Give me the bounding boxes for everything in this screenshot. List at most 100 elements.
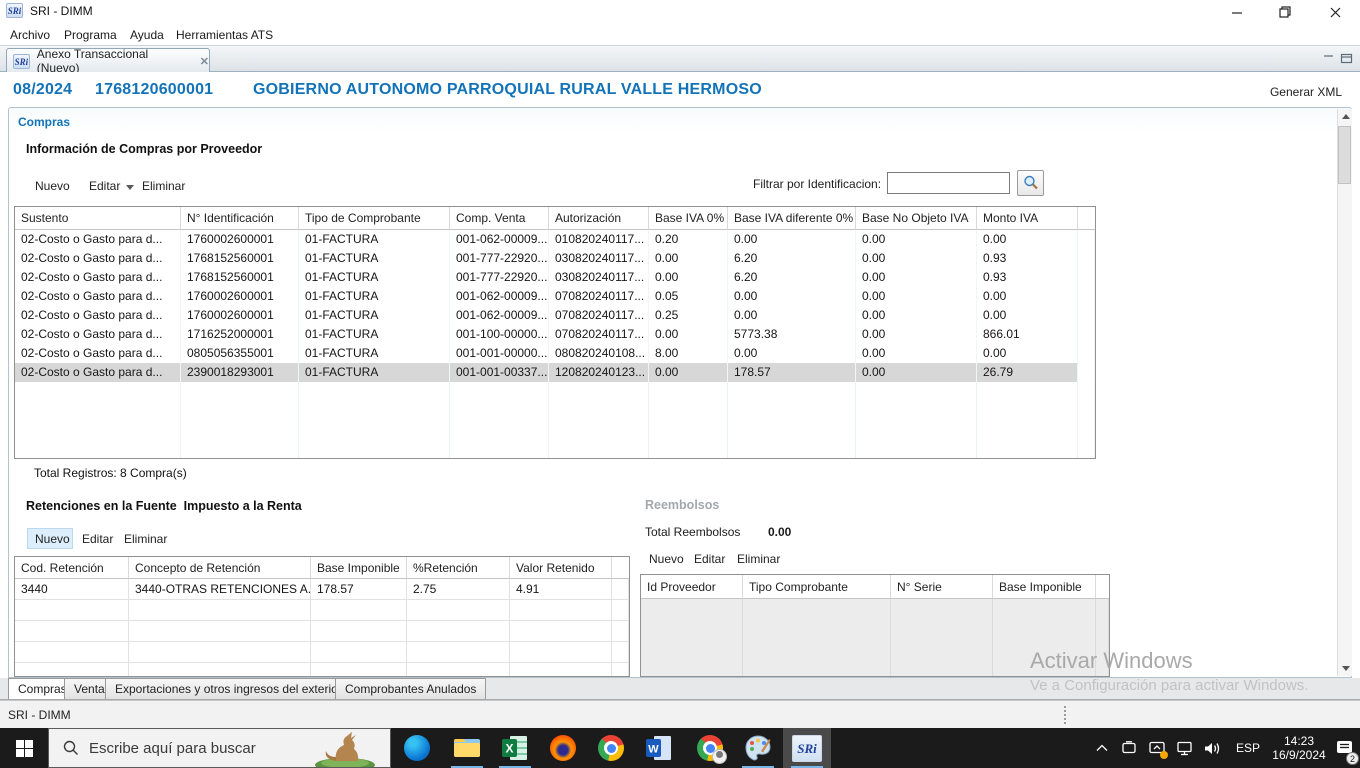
tray-volume-button[interactable]: [1198, 728, 1226, 768]
reembolsos-nuevo-button[interactable]: Nuevo: [645, 550, 688, 568]
search-icon: [1022, 174, 1040, 192]
column-header[interactable]: Tipo Comprobante: [743, 575, 891, 599]
clock[interactable]: 14:23 16/9/2024: [1268, 728, 1330, 768]
minimize-icon: [1232, 7, 1243, 18]
column-header[interactable]: N° Identificación: [181, 207, 299, 230]
minimize-button[interactable]: [1214, 0, 1260, 24]
filter-input[interactable]: [887, 172, 1010, 194]
compras-editar-button[interactable]: Editar: [85, 177, 124, 195]
tab-anexo-transaccional[interactable]: SRi Anexo Transaccional (Nuevo) ✕: [6, 48, 210, 73]
retenciones-nuevo-button[interactable]: Nuevo: [31, 530, 74, 548]
table-header-row: Cod. RetenciónConcepto de RetenciónBase …: [15, 557, 629, 579]
scroll-down-button[interactable]: [1338, 661, 1353, 676]
column-header[interactable]: Base IVA diferente 0%: [728, 207, 856, 230]
column-header[interactable]: Autorización: [549, 207, 649, 230]
column-header[interactable]: [1078, 207, 1095, 230]
cell: [1078, 268, 1095, 287]
column-header[interactable]: [1096, 575, 1109, 599]
search-input[interactable]: [89, 740, 314, 757]
retenciones-title: Retenciones en la Fuente Impuesto a la R…: [26, 499, 302, 513]
taskbar-paint[interactable]: [734, 728, 782, 768]
taskbar-sri-active[interactable]: SRi: [783, 728, 831, 768]
vertical-scrollbar[interactable]: [1337, 109, 1352, 676]
table-row[interactable]: 02-Costo o Gasto para d...17162520000010…: [15, 325, 1095, 344]
column-header[interactable]: Base No Objeto IVA: [856, 207, 977, 230]
scrollbar-thumb[interactable]: [1338, 126, 1351, 184]
column-header[interactable]: Sustento: [15, 207, 181, 230]
view-minimize-icon[interactable]: [1322, 53, 1335, 64]
editar-dropdown-arrow-icon[interactable]: [126, 185, 134, 190]
taxpayer-name-label: GOBIERNO AUTONOMO PARROQUIAL RURAL VALLE…: [253, 81, 762, 99]
table-header-row: SustentoN° IdentificaciónTipo de Comprob…: [15, 207, 1095, 230]
reembolsos-total-value: 0.00: [768, 525, 791, 539]
taskbar-explorer[interactable]: [443, 728, 491, 768]
tray-display-alert-button[interactable]: [1144, 728, 1170, 768]
menu-herramientas-ats[interactable]: Herramientas ATS: [172, 26, 277, 44]
taskbar-chrome[interactable]: [587, 728, 635, 768]
column-header[interactable]: Base Imponible: [311, 557, 407, 579]
table-row[interactable]: 02-Costo o Gasto para d...17681525600010…: [15, 268, 1095, 287]
tab-close-icon[interactable]: ✕: [200, 55, 209, 68]
taskbar-chrome-profile[interactable]: [686, 728, 734, 768]
column-header[interactable]: Tipo de Comprobante: [299, 207, 450, 230]
cell: 080820240108...: [549, 344, 649, 363]
column-header[interactable]: Base Imponible: [993, 575, 1096, 599]
cell: 0.00: [856, 344, 977, 363]
cell: [1078, 382, 1095, 459]
window-title: SRI - DIMM: [30, 4, 93, 18]
notification-center-button[interactable]: 2: [1330, 728, 1360, 768]
retenciones-editar-button[interactable]: Editar: [78, 530, 117, 548]
view-maximize-icon[interactable]: [1340, 53, 1353, 64]
column-header[interactable]: Base IVA 0%: [649, 207, 728, 230]
tray-chevron-button[interactable]: [1090, 728, 1114, 768]
cell: [129, 663, 311, 677]
table-row-empty: [15, 600, 629, 621]
column-header[interactable]: Concepto de Retención: [129, 557, 311, 579]
table-row[interactable]: 02-Costo o Gasto para d...17600026000010…: [15, 230, 1095, 249]
column-header[interactable]: N° Serie: [891, 575, 993, 599]
column-header[interactable]: Monto IVA: [977, 207, 1078, 230]
restore-button[interactable]: [1262, 0, 1308, 24]
table-row[interactable]: 02-Costo o Gasto para d...08050563550010…: [15, 344, 1095, 363]
tab-label: Anexo Transaccional (Nuevo): [37, 47, 192, 75]
column-header[interactable]: Id Proveedor: [641, 575, 743, 599]
taskbar-edge[interactable]: [393, 728, 441, 768]
menu-ayuda[interactable]: Ayuda: [126, 26, 168, 44]
alert-badge-icon: [1160, 751, 1168, 759]
column-header[interactable]: [612, 557, 629, 579]
table-row[interactable]: 02-Costo o Gasto para d...17600026000010…: [15, 287, 1095, 306]
column-header[interactable]: Comp. Venta: [450, 207, 549, 230]
cell: [181, 382, 299, 459]
tray-tablet-button[interactable]: [1116, 728, 1142, 768]
start-button[interactable]: [0, 728, 48, 768]
taskbar-word[interactable]: W: [635, 728, 683, 768]
table-row[interactable]: 02-Costo o Gasto para d...23900182930010…: [15, 363, 1095, 382]
reembolsos-eliminar-button[interactable]: Eliminar: [733, 550, 784, 568]
taskbar-firefox[interactable]: [539, 728, 587, 768]
table-row[interactable]: 02-Costo o Gasto para d...17600026000010…: [15, 306, 1095, 325]
column-header[interactable]: Cod. Retención: [15, 557, 129, 579]
reembolsos-editar-button[interactable]: Editar: [690, 550, 729, 568]
tray-network-button[interactable]: [1172, 728, 1198, 768]
tab-comprobantes-anulados[interactable]: Comprobantes Anulados: [335, 678, 486, 699]
generar-xml-button[interactable]: Generar XML: [1270, 85, 1342, 99]
retenciones-eliminar-button[interactable]: Eliminar: [120, 530, 171, 548]
cell: 070820240117...: [549, 325, 649, 344]
compras-nuevo-button[interactable]: Nuevo: [31, 177, 74, 195]
language-indicator[interactable]: ESP: [1230, 728, 1266, 768]
cell: 001-062-00009...: [450, 306, 549, 325]
column-header[interactable]: Valor Retenido: [510, 557, 612, 579]
filter-search-button[interactable]: [1017, 170, 1044, 196]
close-button[interactable]: [1312, 0, 1358, 24]
column-header[interactable]: %Retención: [407, 557, 510, 579]
status-divider[interactable]: [1064, 706, 1066, 724]
scroll-up-button[interactable]: [1338, 109, 1353, 124]
table-row[interactable]: 34403440-OTRAS RETENCIONES A...178.572.7…: [15, 579, 629, 600]
taskbar-search[interactable]: [48, 728, 391, 768]
menu-programa[interactable]: Programa: [60, 26, 121, 44]
taskbar-excel[interactable]: X: [491, 728, 539, 768]
menu-archivo[interactable]: Archivo: [6, 26, 54, 44]
tab-exportaciones[interactable]: Exportaciones y otros ingresos del exter…: [105, 678, 352, 699]
compras-eliminar-button[interactable]: Eliminar: [138, 177, 189, 195]
table-row[interactable]: 02-Costo o Gasto para d...17681525600010…: [15, 249, 1095, 268]
